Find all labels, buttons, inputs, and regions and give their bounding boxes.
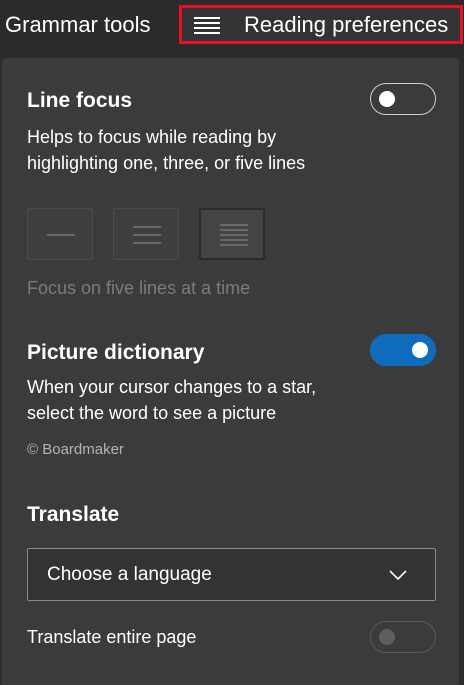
toggle-knob	[379, 91, 395, 107]
language-select[interactable]: Choose a language	[27, 548, 436, 601]
one-line-icon[interactable]	[27, 208, 93, 260]
translate-title: Translate	[27, 503, 120, 526]
line-focus-title: Line focus	[27, 89, 133, 112]
translate-entire-page-toggle[interactable]	[370, 621, 436, 653]
translate-entire-page-label: Translate entire page	[27, 627, 197, 647]
language-select-value: Choose a language	[47, 563, 212, 585]
line-focus-status: Focus on five lines at a time	[27, 278, 251, 298]
chevron-down-icon	[389, 570, 407, 581]
three-lines-icon[interactable]	[113, 208, 179, 260]
tab-reading-preferences[interactable]: Reading preferences	[179, 5, 463, 44]
top-bar: Grammar tools Reading preferences	[0, 0, 464, 50]
picture-dictionary-description: When your cursor changes to a star, sele…	[27, 377, 317, 423]
reading-preferences-panel: Line focus Helps to focus while reading …	[2, 58, 459, 685]
tab-reading-preferences-label: Reading preferences	[244, 11, 449, 37]
picture-dictionary-toggle[interactable]	[370, 334, 436, 366]
five-lines-icon[interactable]	[199, 208, 265, 260]
line-focus-toggle[interactable]	[370, 83, 436, 115]
toggle-knob	[379, 629, 395, 645]
tab-grammar-tools[interactable]: Grammar tools	[0, 0, 175, 50]
picture-dictionary-title: Picture dictionary	[27, 341, 205, 364]
boardmaker-credit: © Boardmaker	[27, 441, 124, 458]
toggle-knob	[412, 342, 428, 358]
tab-grammar-tools-label: Grammar tools	[5, 12, 151, 37]
line-focus-description: Helps to focus while reading by highligh…	[27, 127, 306, 173]
lines-icon	[194, 15, 224, 35]
